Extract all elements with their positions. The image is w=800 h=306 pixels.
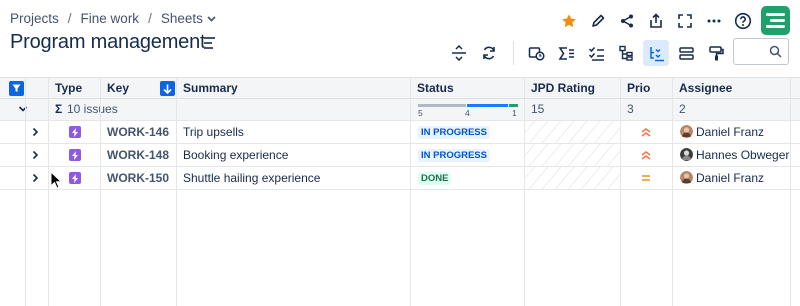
refresh-icon[interactable] bbox=[476, 40, 502, 66]
jpd-rating-cell bbox=[524, 144, 620, 166]
app-logo[interactable] bbox=[761, 6, 790, 35]
issue-summary[interactable]: Shuttle hailing experience bbox=[183, 167, 320, 189]
progress-todo bbox=[418, 104, 466, 107]
chevron-down-icon[interactable] bbox=[207, 15, 216, 22]
chevron-right-icon[interactable] bbox=[30, 150, 40, 160]
issue-summary[interactable]: Booking experience bbox=[183, 144, 288, 166]
priority-high-icon bbox=[641, 150, 651, 160]
search-input[interactable] bbox=[733, 38, 789, 65]
more-icon[interactable] bbox=[699, 8, 728, 34]
issue-key[interactable]: WORK-150 bbox=[107, 167, 169, 189]
status-progress: 5 4 1 bbox=[418, 102, 518, 120]
title-menu-icon[interactable] bbox=[204, 34, 216, 50]
column-header-jpd-rating[interactable]: JPD Rating bbox=[525, 78, 595, 99]
epic-icon bbox=[69, 149, 81, 161]
mouse-cursor-icon bbox=[50, 171, 62, 189]
assignee-name[interactable]: Hannes Obweger bbox=[696, 144, 789, 166]
column-header-summary[interactable]: Summary bbox=[177, 78, 238, 99]
breadcrumb: Projects / Fine work / Sheets bbox=[10, 11, 216, 26]
status-badge[interactable]: IN PROGRESS bbox=[418, 126, 490, 139]
breadcrumb-separator: / bbox=[148, 11, 152, 26]
issue-count: 10 issues bbox=[67, 102, 118, 116]
format-painter-icon[interactable] bbox=[703, 40, 729, 66]
avatar bbox=[680, 125, 693, 138]
sum-icon[interactable] bbox=[553, 40, 579, 66]
sort-descending-icon[interactable] bbox=[160, 81, 175, 96]
progress-in-progress bbox=[467, 104, 508, 107]
search-icon bbox=[769, 45, 782, 58]
epic-icon bbox=[69, 126, 81, 138]
checklist-icon[interactable] bbox=[583, 40, 609, 66]
issue-summary[interactable]: Trip upsells bbox=[183, 121, 244, 143]
breadcrumb-separator: / bbox=[67, 11, 72, 26]
priority-high-icon bbox=[641, 127, 651, 137]
assignee-name[interactable]: Daniel Franz bbox=[696, 121, 764, 143]
structure-icon[interactable] bbox=[643, 40, 669, 66]
prio-total: 3 bbox=[627, 102, 634, 116]
issue-key[interactable]: WORK-146 bbox=[107, 121, 169, 143]
status-badge[interactable]: DONE bbox=[418, 172, 452, 185]
epic-icon bbox=[69, 172, 81, 184]
fullscreen-icon[interactable] bbox=[670, 8, 699, 34]
column-header-status[interactable]: Status bbox=[411, 78, 454, 99]
status-badge[interactable]: IN PROGRESS bbox=[418, 149, 490, 162]
column-divider bbox=[176, 77, 177, 306]
progress-done bbox=[509, 104, 518, 107]
column-divider bbox=[25, 77, 26, 306]
summary-row: Σ 10 issues 5 4 1 15 3 2 bbox=[0, 99, 800, 121]
column-divider bbox=[620, 77, 621, 306]
breadcrumb-sheets[interactable]: Sheets bbox=[161, 11, 203, 26]
jpd-rating-cell bbox=[524, 121, 620, 143]
issue-key[interactable]: WORK-148 bbox=[107, 144, 169, 166]
table-row[interactable]: WORK-150 Shuttle hailing experience DONE… bbox=[0, 167, 800, 190]
breadcrumb-fine-work[interactable]: Fine work bbox=[81, 11, 140, 26]
toolbar bbox=[446, 40, 733, 66]
export-icon[interactable] bbox=[641, 8, 670, 34]
progress-done-count: 1 bbox=[512, 108, 517, 118]
column-divider bbox=[48, 77, 49, 306]
progress-todo-count: 5 bbox=[418, 108, 423, 118]
header-row: Type Key Summary Status JPD Rating Prio … bbox=[0, 77, 800, 99]
column-header-assignee[interactable]: Assignee bbox=[673, 78, 732, 99]
chevron-right-icon[interactable] bbox=[30, 173, 40, 183]
progress-in-progress-count: 4 bbox=[465, 108, 470, 118]
priority-medium-icon bbox=[642, 175, 650, 181]
table-row[interactable]: WORK-148 Booking experience IN PROGRESS … bbox=[0, 144, 800, 167]
share-icon[interactable] bbox=[612, 8, 641, 34]
jpd-rating-total: 15 bbox=[531, 102, 545, 116]
column-divider bbox=[672, 77, 673, 306]
column-header-type[interactable]: Type bbox=[49, 78, 82, 99]
chevron-right-icon[interactable] bbox=[30, 127, 40, 137]
column-divider bbox=[790, 77, 791, 306]
help-icon[interactable] bbox=[728, 8, 757, 34]
edit-icon[interactable] bbox=[583, 8, 612, 34]
chevron-down-icon[interactable] bbox=[18, 103, 28, 115]
page-title: Program management bbox=[10, 31, 206, 53]
column-divider bbox=[410, 77, 411, 306]
toolbar-divider bbox=[513, 41, 514, 65]
table-row[interactable]: WORK-146 Trip upsells IN PROGRESS Daniel… bbox=[0, 121, 800, 144]
avatar bbox=[680, 171, 693, 184]
breadcrumb-projects[interactable]: Projects bbox=[10, 11, 59, 26]
avatar bbox=[680, 148, 693, 161]
hierarchy-icon[interactable] bbox=[613, 40, 639, 66]
assignee-name[interactable]: Daniel Franz bbox=[696, 167, 764, 189]
row-height-icon[interactable] bbox=[446, 40, 472, 66]
assignee-total: 2 bbox=[679, 102, 686, 116]
column-header-prio[interactable]: Prio bbox=[621, 78, 650, 99]
filter-icon[interactable] bbox=[9, 81, 24, 96]
column-divider bbox=[524, 77, 525, 306]
column-divider bbox=[100, 77, 101, 306]
sheet-grid: Type Key Summary Status JPD Rating Prio … bbox=[0, 77, 800, 306]
sigma-icon: Σ bbox=[55, 102, 63, 116]
group-icon[interactable] bbox=[673, 40, 699, 66]
top-actions bbox=[554, 6, 790, 35]
star-icon[interactable] bbox=[554, 8, 583, 34]
jpd-rating-cell bbox=[524, 167, 620, 189]
column-header-key[interactable]: Key bbox=[101, 78, 129, 99]
time-tracking-icon[interactable] bbox=[523, 40, 549, 66]
